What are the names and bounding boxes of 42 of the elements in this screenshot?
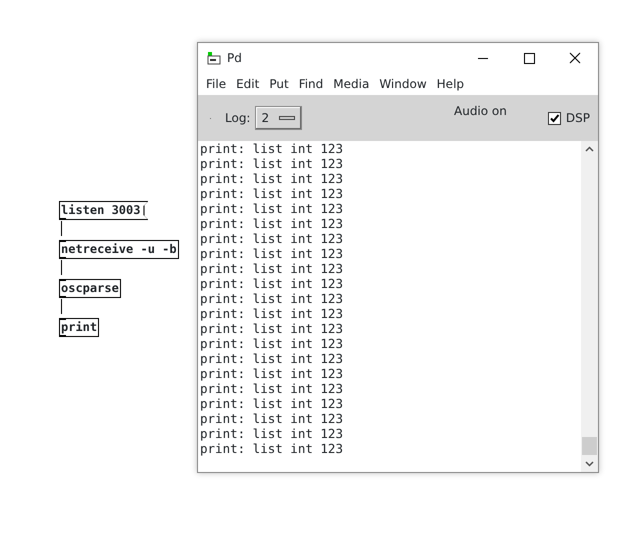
console-line: print: list int 123 — [200, 411, 343, 426]
console-line: print: list int 123 — [200, 201, 343, 216]
menu-item[interactable]: Put — [264, 75, 294, 93]
console-line: print: list int 123 — [200, 306, 343, 321]
console-line: print: list int 123 — [200, 396, 343, 411]
console-line: print: list int 123 — [200, 276, 343, 291]
dsp-label: DSP — [566, 110, 590, 127]
menu-item[interactable]: Edit — [231, 75, 264, 93]
object-box[interactable]: oscparse — [59, 279, 121, 298]
console-line: print: list int 123 — [200, 336, 343, 351]
object-box[interactable]: print — [59, 318, 100, 337]
console-line: print: list int 123 — [200, 141, 343, 156]
console-line: print: list int 123 — [200, 426, 343, 441]
console-line: print: list int 123 — [200, 231, 343, 246]
menu-item[interactable]: File — [201, 75, 232, 93]
log-dropdown[interactable]: 2 — [255, 106, 302, 130]
dsp-checkbox[interactable] — [548, 112, 561, 124]
menu-item[interactable]: Media — [328, 75, 374, 93]
console-line: print: list int 123 — [200, 171, 343, 186]
console-line: print: list int 123 — [200, 381, 343, 396]
console-line: print: list int 123 — [200, 156, 343, 171]
log-label: Log: — [225, 110, 250, 127]
scroll-thumb[interactable] — [582, 437, 597, 455]
scrollbar[interactable] — [581, 141, 598, 472]
window-title: Pd — [227, 50, 242, 67]
console-line: print: list int 123 — [200, 186, 343, 201]
console-line: print: list int 123 — [200, 351, 343, 366]
console-line: print: list int 123 — [200, 321, 343, 336]
message-box[interactable]: listen 3003 — [59, 201, 148, 220]
dropdown-icon — [279, 116, 296, 120]
object-box[interactable]: netreceive -u -b — [59, 240, 179, 259]
console-line: print: list int 123 — [200, 261, 343, 276]
audio-status: Audio on — [454, 103, 507, 120]
menu-item[interactable]: Window — [374, 75, 432, 93]
console-line: print: list int 123 — [200, 216, 343, 231]
console-line: print: list int 123 — [200, 246, 343, 261]
menu-item[interactable]: Help — [432, 75, 470, 93]
app-icon — [207, 51, 221, 65]
console-line: print: list int 123 — [200, 366, 343, 381]
menu-item[interactable]: Find — [294, 75, 328, 93]
console-line: print: list int 123 — [200, 291, 343, 306]
console-line: print: list int 123 — [200, 441, 343, 456]
